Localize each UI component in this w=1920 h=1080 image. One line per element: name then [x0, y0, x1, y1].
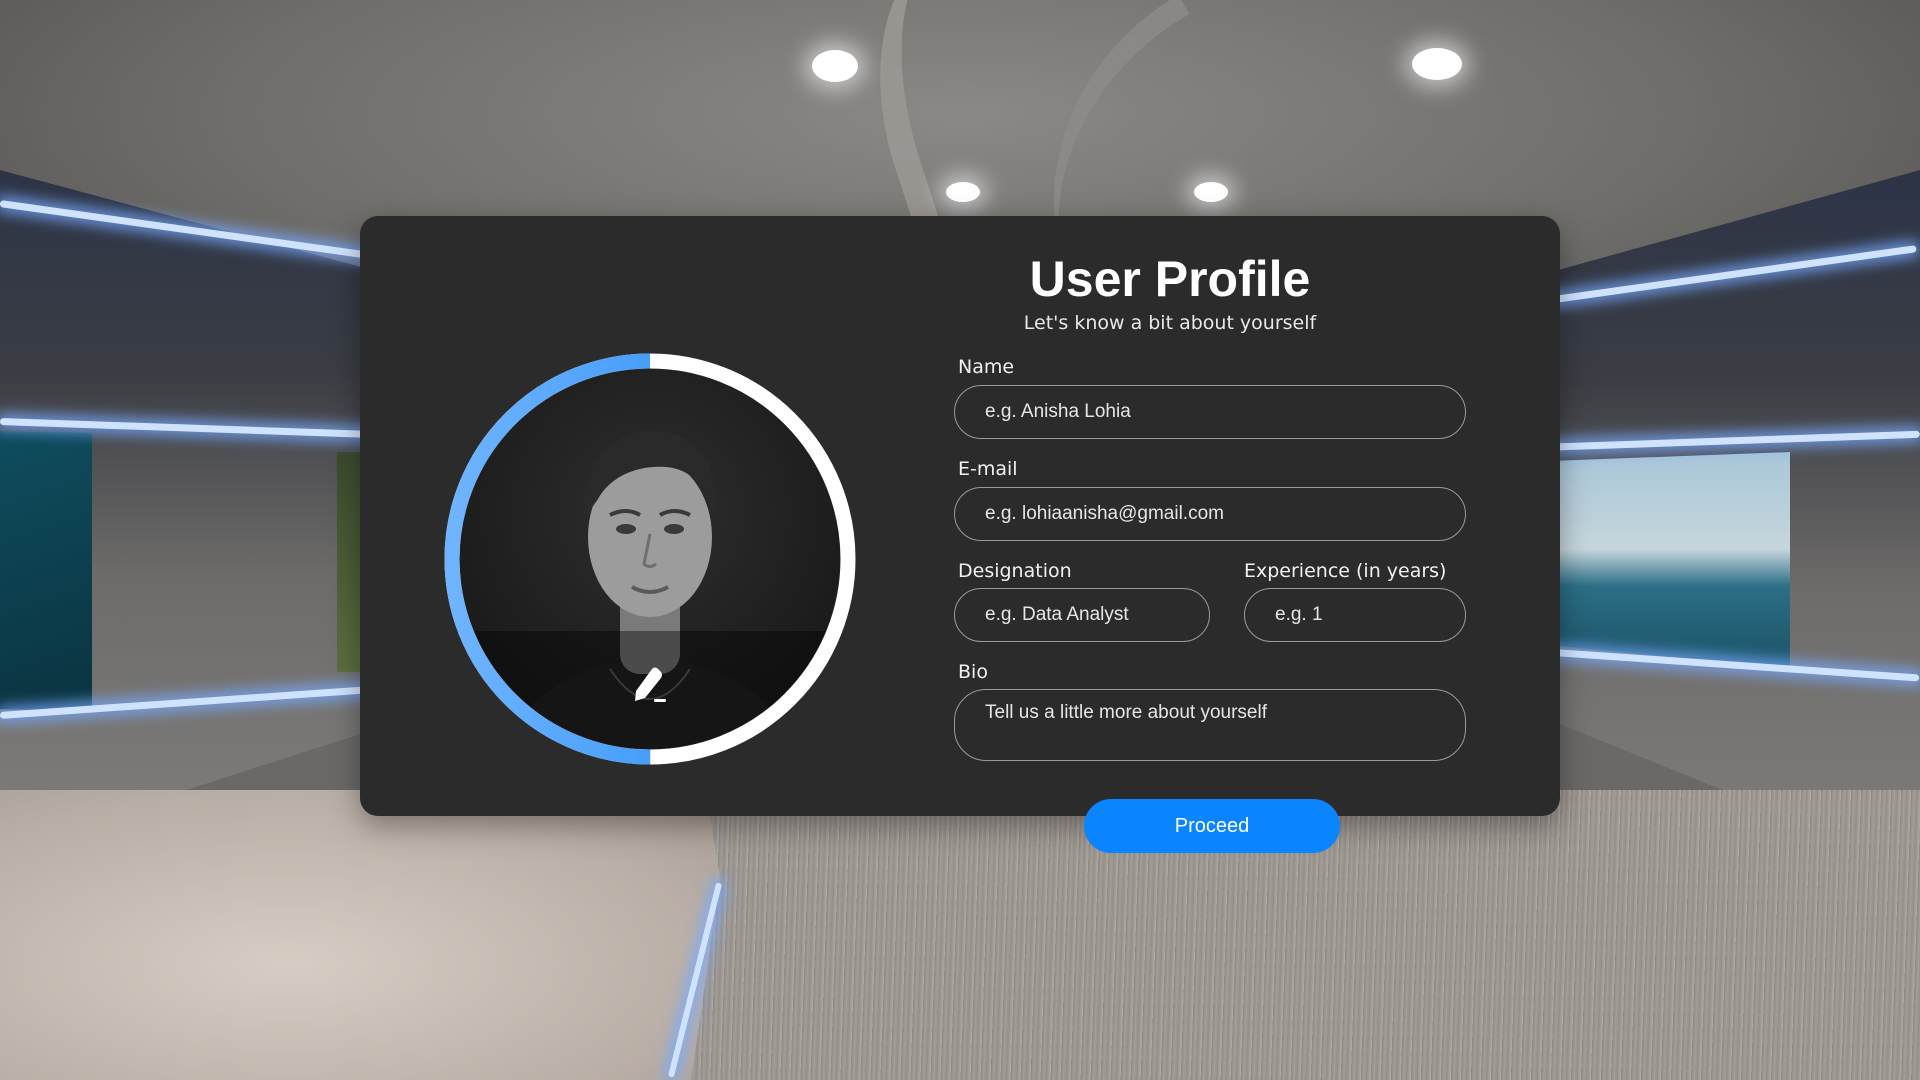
bio-label: Bio: [958, 661, 988, 683]
experience-placeholder: e.g. 1: [1275, 604, 1323, 625]
experience-input[interactable]: e.g. 1: [1244, 588, 1466, 642]
name-input[interactable]: e.g. Anisha Lohia: [954, 385, 1466, 439]
designation-input[interactable]: e.g. Data Analyst: [954, 588, 1210, 642]
email-placeholder: e.g. lohiaanisha@gmail.com: [985, 503, 1224, 524]
bio-textarea[interactable]: Tell us a little more about yourself: [954, 689, 1466, 761]
proceed-button[interactable]: Proceed: [1084, 799, 1340, 853]
floor-marble: [0, 790, 720, 1080]
ceiling-light: [1194, 182, 1228, 202]
email-label: E-mail: [958, 458, 1018, 480]
ceiling-light: [812, 50, 858, 82]
name-placeholder: e.g. Anisha Lohia: [985, 401, 1131, 422]
designation-placeholder: e.g. Data Analyst: [985, 604, 1129, 625]
wall-poster: [1560, 452, 1790, 668]
page-title: User Profile: [1029, 251, 1311, 307]
designation-label: Designation: [958, 560, 1072, 582]
page-subtitle: Let's know a bit about yourself: [1023, 312, 1317, 334]
avatar-container: [444, 353, 856, 765]
ceiling-light: [1412, 48, 1462, 80]
pencil-edit-icon[interactable]: [628, 661, 672, 705]
name-label: Name: [958, 356, 1015, 378]
avatar[interactable]: [460, 369, 840, 749]
wall-poster: [0, 431, 92, 711]
experience-label: Experience (in years): [1244, 560, 1447, 582]
bio-placeholder: Tell us a little more about yourself: [985, 702, 1267, 723]
profile-panel: User Profile Let's know a bit about your…: [360, 216, 1560, 816]
ceiling-light: [946, 182, 980, 202]
wall-poster: [337, 452, 361, 672]
email-input[interactable]: e.g. lohiaanisha@gmail.com: [954, 487, 1466, 541]
